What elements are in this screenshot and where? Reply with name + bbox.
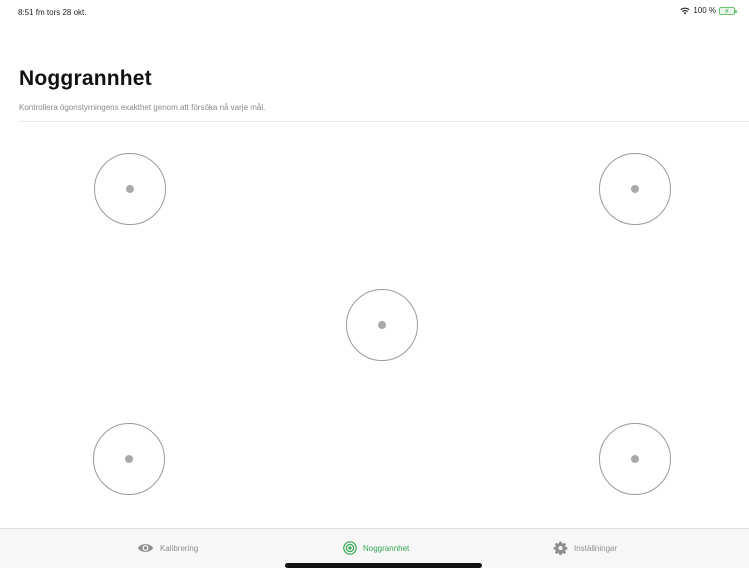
tab-label: Kalibrering (160, 543, 199, 553)
tab-bar: Kalibrering Noggrannhet Inställningar (0, 528, 749, 568)
target-dot (631, 455, 639, 463)
battery-percent: 100 % (693, 6, 716, 15)
target-bottom-right[interactable] (599, 423, 671, 495)
target-dot (125, 455, 133, 463)
status-bar: 8:51 fm tors 28 okt. 100 % ⚡ (0, 0, 749, 22)
target-dot (126, 185, 134, 193)
gear-icon (553, 541, 568, 555)
target-top-left[interactable] (94, 153, 166, 225)
status-right: 100 % ⚡ (680, 6, 737, 16)
target-icon (343, 541, 357, 555)
target-dot (631, 185, 639, 193)
wifi-icon (680, 7, 690, 15)
page-subtitle: Kontrollera ögonstyrningens exakthet gen… (19, 103, 266, 112)
battery-icon: ⚡ (719, 6, 737, 16)
target-dot (378, 321, 386, 329)
header-divider (19, 121, 749, 122)
target-bottom-left[interactable] (93, 423, 165, 495)
tab-noggrannhet[interactable]: Noggrannhet (343, 541, 409, 555)
page-title: Noggrannhet (19, 67, 152, 90)
tab-kalibrering[interactable]: Kalibrering (137, 541, 198, 555)
tab-label: Noggrannhet (363, 543, 410, 553)
status-time: 8:51 fm tors 28 okt. (18, 8, 87, 17)
tab-label: Inställningar (574, 543, 618, 553)
target-center[interactable] (346, 289, 418, 361)
target-top-right[interactable] (599, 153, 671, 225)
home-indicator[interactable] (285, 563, 482, 568)
eye-icon (137, 544, 154, 552)
tab-installningar[interactable]: Inställningar (553, 541, 617, 555)
